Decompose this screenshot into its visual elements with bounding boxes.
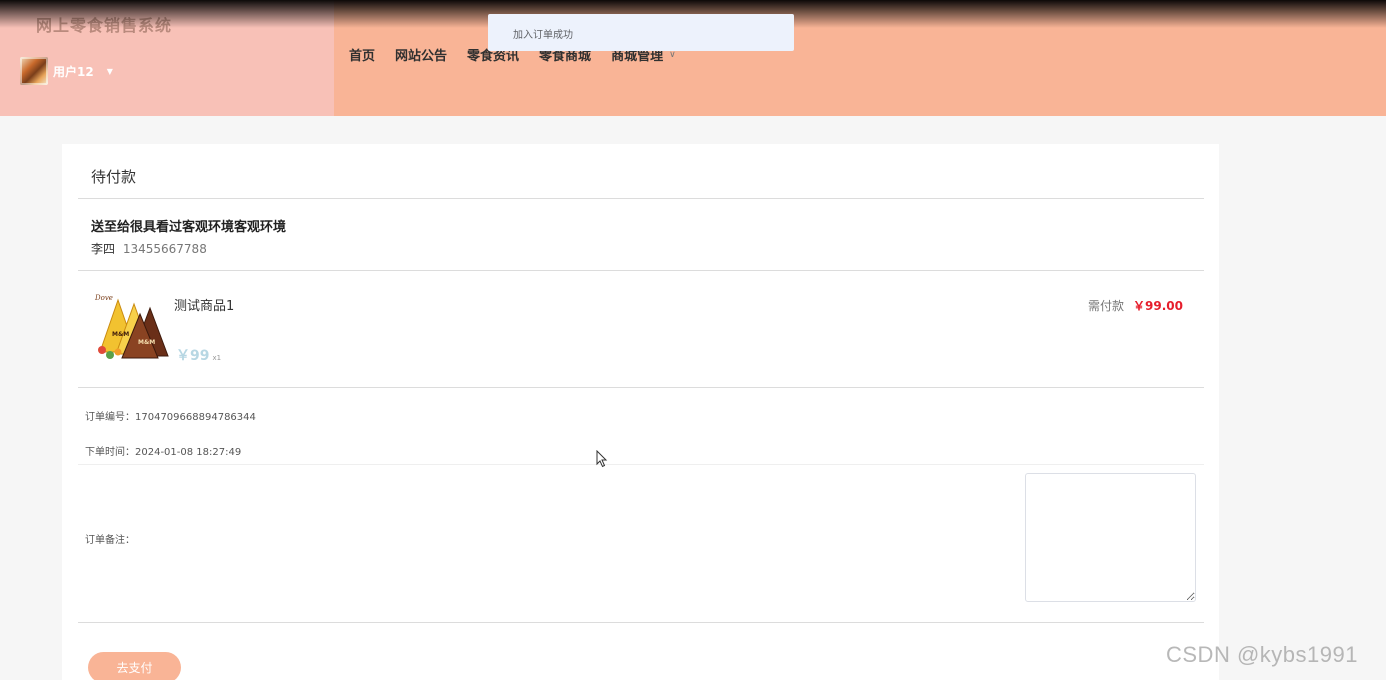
product-price: ￥99 x1 bbox=[176, 348, 222, 364]
receiver-phone: 13455667788 bbox=[122, 242, 207, 256]
svg-text:Dove: Dove bbox=[94, 294, 113, 302]
svg-text:M&M: M&M bbox=[112, 331, 129, 338]
svg-text:M&M: M&M bbox=[138, 339, 155, 346]
user-menu[interactable]: 用户12 ▼ bbox=[20, 57, 113, 85]
product-name[interactable]: 测试商品1 bbox=[174, 295, 234, 314]
divider bbox=[78, 464, 1204, 465]
header-brand-area: 网上零食销售系统 用户12 ▼ bbox=[0, 0, 334, 116]
site-title: 网上零食销售系统 bbox=[36, 16, 173, 35]
order-status-title: 待付款 bbox=[91, 168, 137, 186]
divider bbox=[78, 270, 1204, 271]
address-title: 送至给很具看过客观环境客观环境 bbox=[91, 220, 287, 235]
username[interactable]: 用户12 bbox=[53, 63, 94, 80]
receiver-name: 李四 bbox=[91, 242, 116, 256]
product-image[interactable]: Dove M&M M&M bbox=[92, 292, 170, 362]
mouse-cursor-icon bbox=[596, 450, 608, 468]
pay-button[interactable]: 去支付 bbox=[88, 652, 181, 680]
product-qty: x1 bbox=[212, 354, 222, 362]
watermark: CSDN @kybs1991 bbox=[1166, 642, 1358, 667]
order-card: 待付款 送至给很具看过客观环境客观环境 李四 13455667788 Dove … bbox=[62, 144, 1219, 680]
success-toast: 加入订单成功 bbox=[488, 14, 794, 51]
need-pay-amount: ￥99.00 bbox=[1133, 299, 1183, 313]
address-contact: 李四 13455667788 bbox=[91, 240, 207, 257]
avatar[interactable] bbox=[20, 57, 48, 85]
caret-down-icon[interactable]: ▼ bbox=[107, 67, 113, 76]
need-pay-label: 需付款 bbox=[1088, 299, 1125, 313]
remark-label: 订单备注： bbox=[85, 535, 135, 546]
divider bbox=[78, 387, 1204, 388]
order-number: 订单编号：1704709668894786344 bbox=[85, 412, 256, 423]
divider bbox=[78, 622, 1204, 623]
chevron-down-icon: ∨ bbox=[669, 49, 676, 60]
nav-item-home[interactable]: 首页 bbox=[349, 45, 375, 64]
nav-item-notice[interactable]: 网站公告 bbox=[395, 45, 447, 64]
remark-textarea[interactable] bbox=[1025, 473, 1196, 602]
need-pay: 需付款 ￥99.00 bbox=[1088, 297, 1183, 314]
order-time: 下单时间：2024-01-08 18:27:49 bbox=[85, 447, 242, 458]
divider bbox=[78, 198, 1204, 199]
